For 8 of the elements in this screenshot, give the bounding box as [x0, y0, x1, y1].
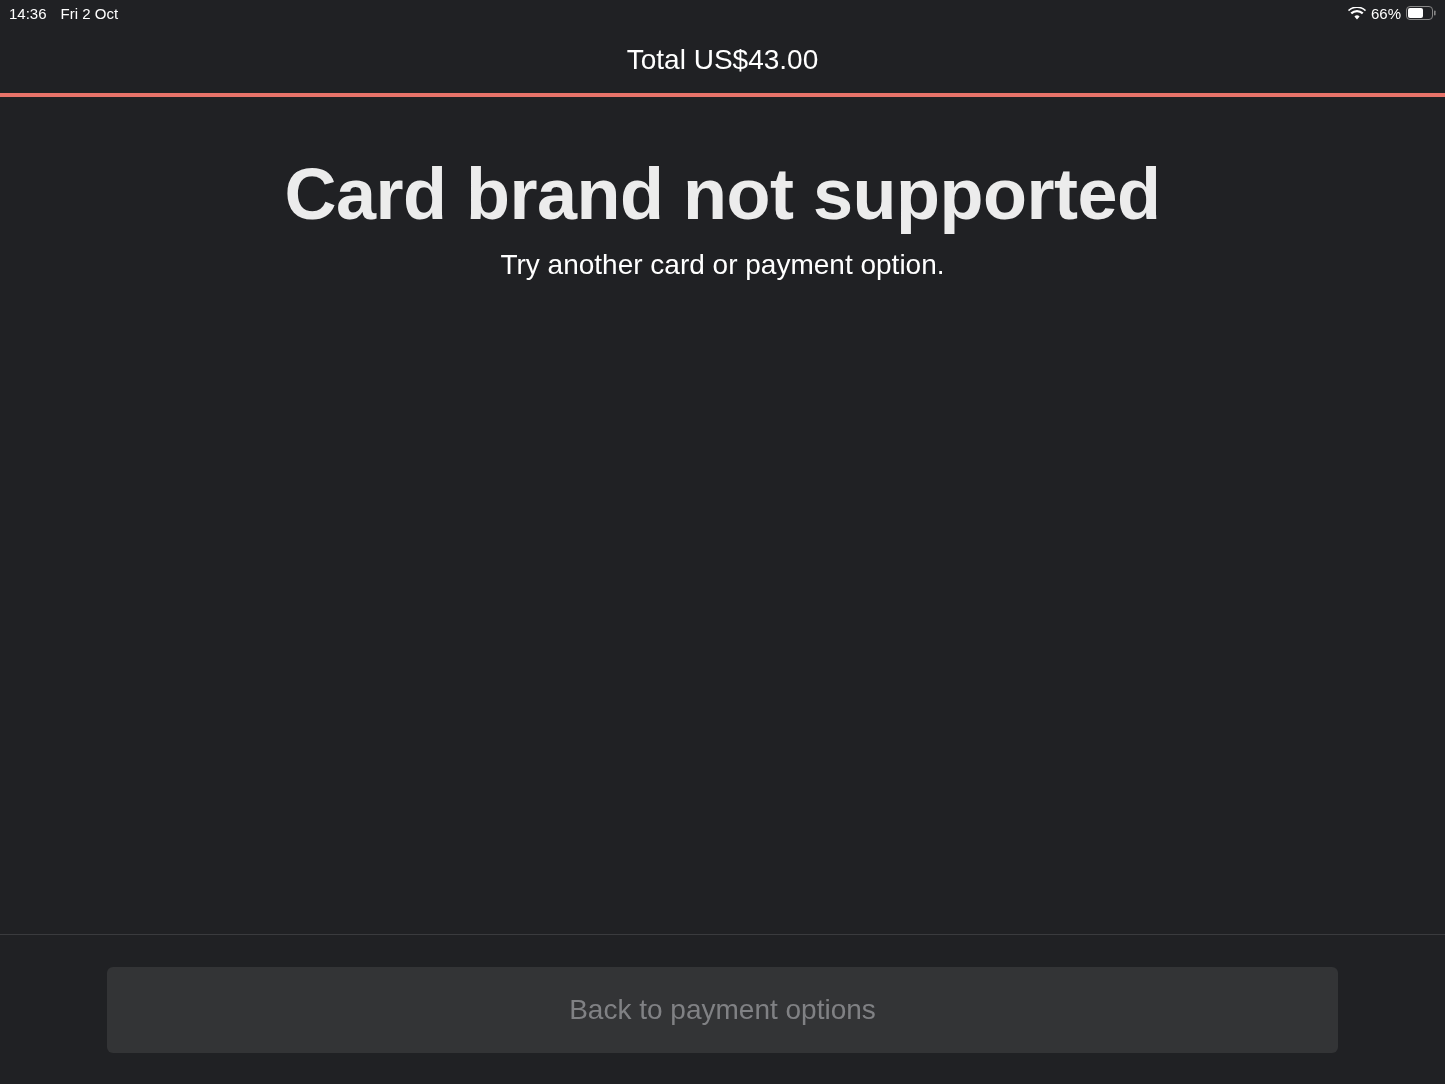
total-amount: Total US$43.00 — [626, 43, 819, 76]
status-time: 14:36 — [9, 4, 47, 22]
battery-icon — [1406, 6, 1436, 20]
wifi-icon — [1347, 6, 1366, 20]
battery-percentage: 66% — [1370, 4, 1401, 22]
status-date: Fri 2 Oct — [60, 4, 119, 22]
error-title: Card brand not supported — [284, 153, 1161, 235]
error-message: Try another card or payment option. — [500, 249, 945, 281]
